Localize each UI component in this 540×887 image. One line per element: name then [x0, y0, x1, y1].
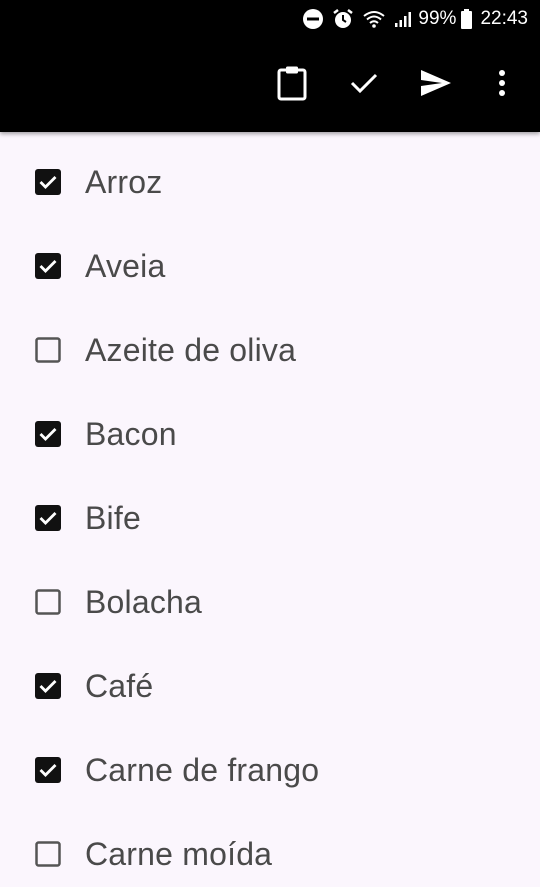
battery-icon	[461, 9, 473, 29]
checkbox-unchecked-icon	[35, 841, 61, 867]
checkbox[interactable]	[34, 504, 62, 532]
checkbox-checked-icon	[35, 421, 61, 447]
item-label: Bife	[85, 499, 141, 536]
status-bar: 99% 22:43	[0, 0, 540, 38]
checkbox[interactable]	[34, 168, 62, 196]
list-item[interactable]: Carne de frango	[0, 728, 540, 812]
checkbox[interactable]	[34, 840, 62, 868]
send-icon	[420, 69, 452, 102]
checkbox-checked-icon	[35, 169, 61, 195]
list-item[interactable]: Azeite de oliva	[0, 308, 540, 392]
list-item[interactable]: Bolacha	[0, 560, 540, 644]
item-label: Carne de frango	[85, 751, 320, 788]
checkbox[interactable]	[34, 756, 62, 784]
checkbox-unchecked-icon	[35, 337, 61, 363]
send-button[interactable]	[400, 49, 472, 121]
item-label: Arroz	[85, 163, 163, 200]
checkbox-checked-icon	[35, 673, 61, 699]
item-label: Carne moída	[85, 835, 273, 872]
item-label: Aveia	[85, 247, 166, 284]
app-toolbar	[0, 38, 540, 132]
list-item[interactable]: Café	[0, 644, 540, 728]
list-item[interactable]: Arroz	[0, 140, 540, 224]
checkbox-checked-icon	[35, 757, 61, 783]
checkbox[interactable]	[34, 252, 62, 280]
clipboard-button[interactable]	[256, 49, 328, 121]
alarm-icon	[332, 8, 354, 30]
do-not-disturb-icon	[302, 8, 324, 30]
list-item[interactable]: Bacon	[0, 392, 540, 476]
item-label: Azeite de oliva	[85, 331, 297, 368]
item-label: Bacon	[85, 415, 177, 452]
checkbox[interactable]	[34, 336, 62, 364]
list-item[interactable]: Carne moída	[0, 812, 540, 887]
list-item[interactable]: Bife	[0, 476, 540, 560]
more-vert-icon	[498, 69, 506, 102]
list-item[interactable]: Aveia	[0, 224, 540, 308]
item-label: Café	[85, 667, 154, 704]
check-icon	[350, 72, 378, 99]
wifi-icon	[362, 9, 386, 29]
checkbox-checked-icon	[35, 253, 61, 279]
checkbox-checked-icon	[35, 505, 61, 531]
clock: 22:43	[480, 8, 528, 29]
app-screen: 99% 22:43 Arroz Aveia Azeite de oliva Ba…	[0, 0, 540, 887]
clipboard-icon	[276, 65, 308, 106]
checkbox-unchecked-icon	[35, 589, 61, 615]
battery-percent: 99%	[418, 8, 457, 29]
signal-icon	[394, 10, 412, 28]
check-button[interactable]	[328, 49, 400, 121]
checkbox[interactable]	[34, 588, 62, 616]
checkbox[interactable]	[34, 420, 62, 448]
item-label: Bolacha	[85, 583, 203, 620]
shopping-list: Arroz Aveia Azeite de oliva Bacon Bife B…	[0, 132, 540, 887]
checkbox[interactable]	[34, 672, 62, 700]
more-options-button[interactable]	[472, 49, 532, 121]
